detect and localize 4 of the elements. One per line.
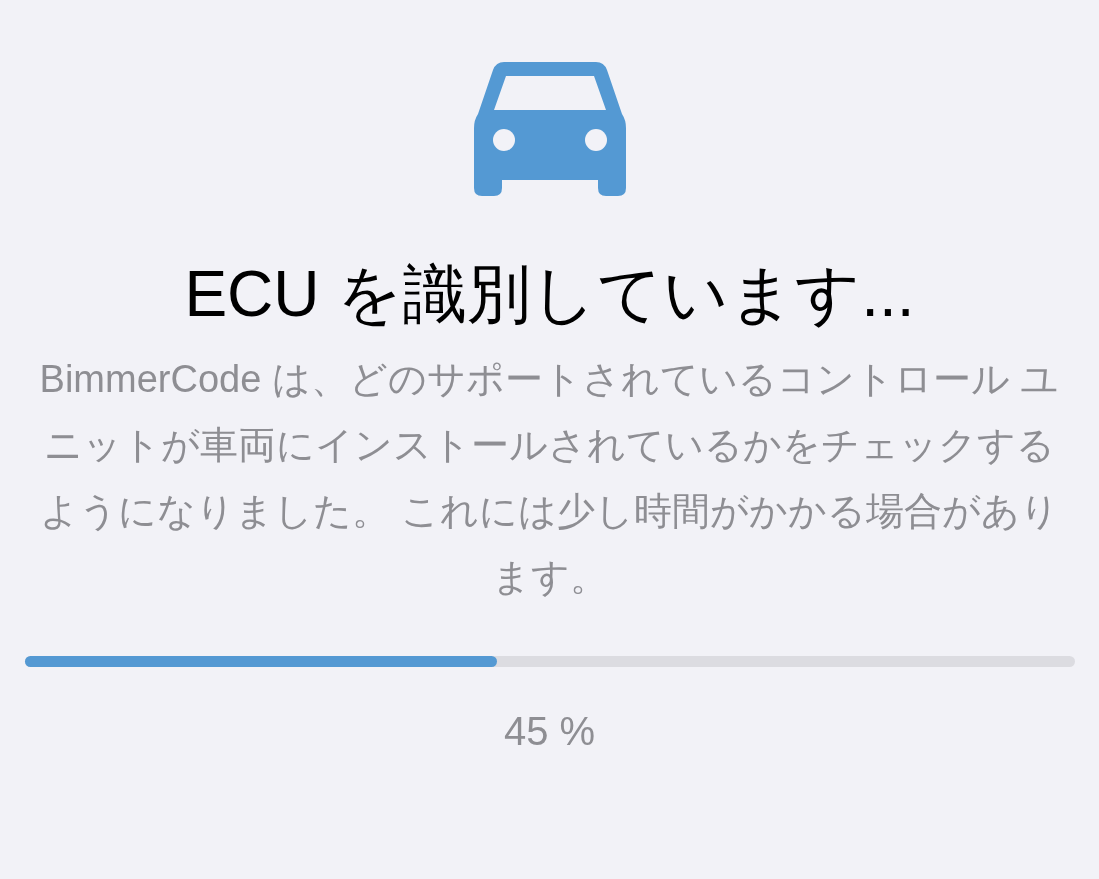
screen-title: ECU を識別しています... (184, 257, 915, 332)
car-icon (473, 62, 626, 196)
progress-percent: 45 % (503, 708, 596, 755)
description-text: BimmerCode は、どのサポートされているコントロール ユニットが車両にインストールされているかをチェックするようになりました。 これには少し時間がかかる場合があります。 (38, 357, 1061, 600)
